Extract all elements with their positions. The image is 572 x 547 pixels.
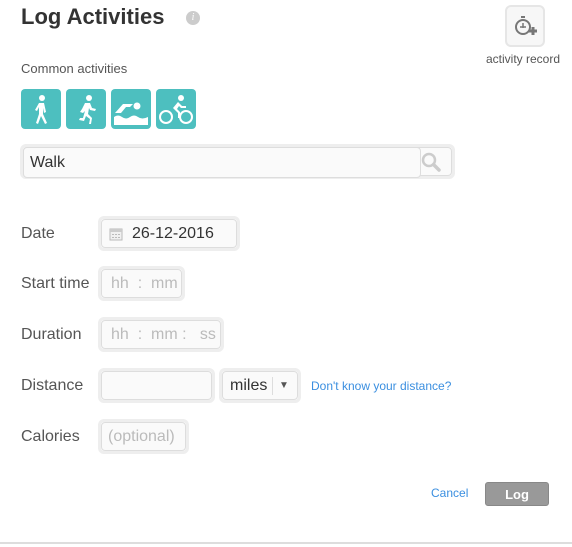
start-time-label: Start time	[21, 275, 90, 292]
distance-unit-select[interactable]: miles ▼	[219, 368, 301, 403]
activity-record-label: activity record	[486, 52, 561, 66]
date-value: 26-12-2016	[132, 225, 214, 242]
chevron-down-icon: ▼	[279, 380, 289, 391]
cancel-button[interactable]: Cancel	[431, 486, 468, 500]
swim-activity-button[interactable]	[111, 89, 151, 129]
page-title: Log Activities	[21, 4, 165, 29]
stopwatch-plus-icon	[515, 16, 537, 35]
distance-input[interactable]	[98, 368, 215, 403]
info-icon[interactable]: i	[186, 11, 200, 25]
run-activity-button[interactable]	[66, 89, 106, 129]
dont-know-distance-link[interactable]: Don't know your distance?	[311, 379, 451, 393]
walk-icon	[35, 95, 47, 124]
start-time-field[interactable]: hh : mm	[98, 266, 185, 301]
walk-activity-button[interactable]	[21, 89, 61, 129]
duration-field[interactable]: hh : mm : ss	[98, 317, 224, 352]
calories-placeholder: (optional)	[101, 422, 186, 451]
divider	[0, 542, 572, 544]
distance-unit-value: miles	[230, 377, 268, 394]
activity-search[interactable]	[20, 144, 455, 179]
run-icon	[79, 95, 96, 124]
distance-label: Distance	[21, 377, 84, 394]
duration-placeholder: hh : mm : ss	[101, 320, 221, 349]
duration-label: Duration	[21, 326, 82, 343]
bike-icon	[159, 95, 193, 124]
date-label: Date	[21, 225, 55, 242]
log-button[interactable]: Log	[485, 482, 549, 506]
calories-label: Calories	[21, 428, 80, 445]
swim-icon	[114, 102, 148, 125]
start-time-placeholder: hh : mm	[101, 269, 182, 298]
search-icon[interactable]	[420, 151, 442, 173]
date-field[interactable]: 26-12-2016	[98, 216, 240, 251]
calendar-icon[interactable]	[109, 227, 123, 241]
common-activities-label: Common activities	[21, 61, 128, 76]
activity-search-input[interactable]	[23, 147, 421, 178]
activity-record-button[interactable]	[505, 5, 545, 47]
bike-activity-button[interactable]	[156, 89, 196, 129]
calories-field[interactable]: (optional)	[98, 419, 189, 454]
